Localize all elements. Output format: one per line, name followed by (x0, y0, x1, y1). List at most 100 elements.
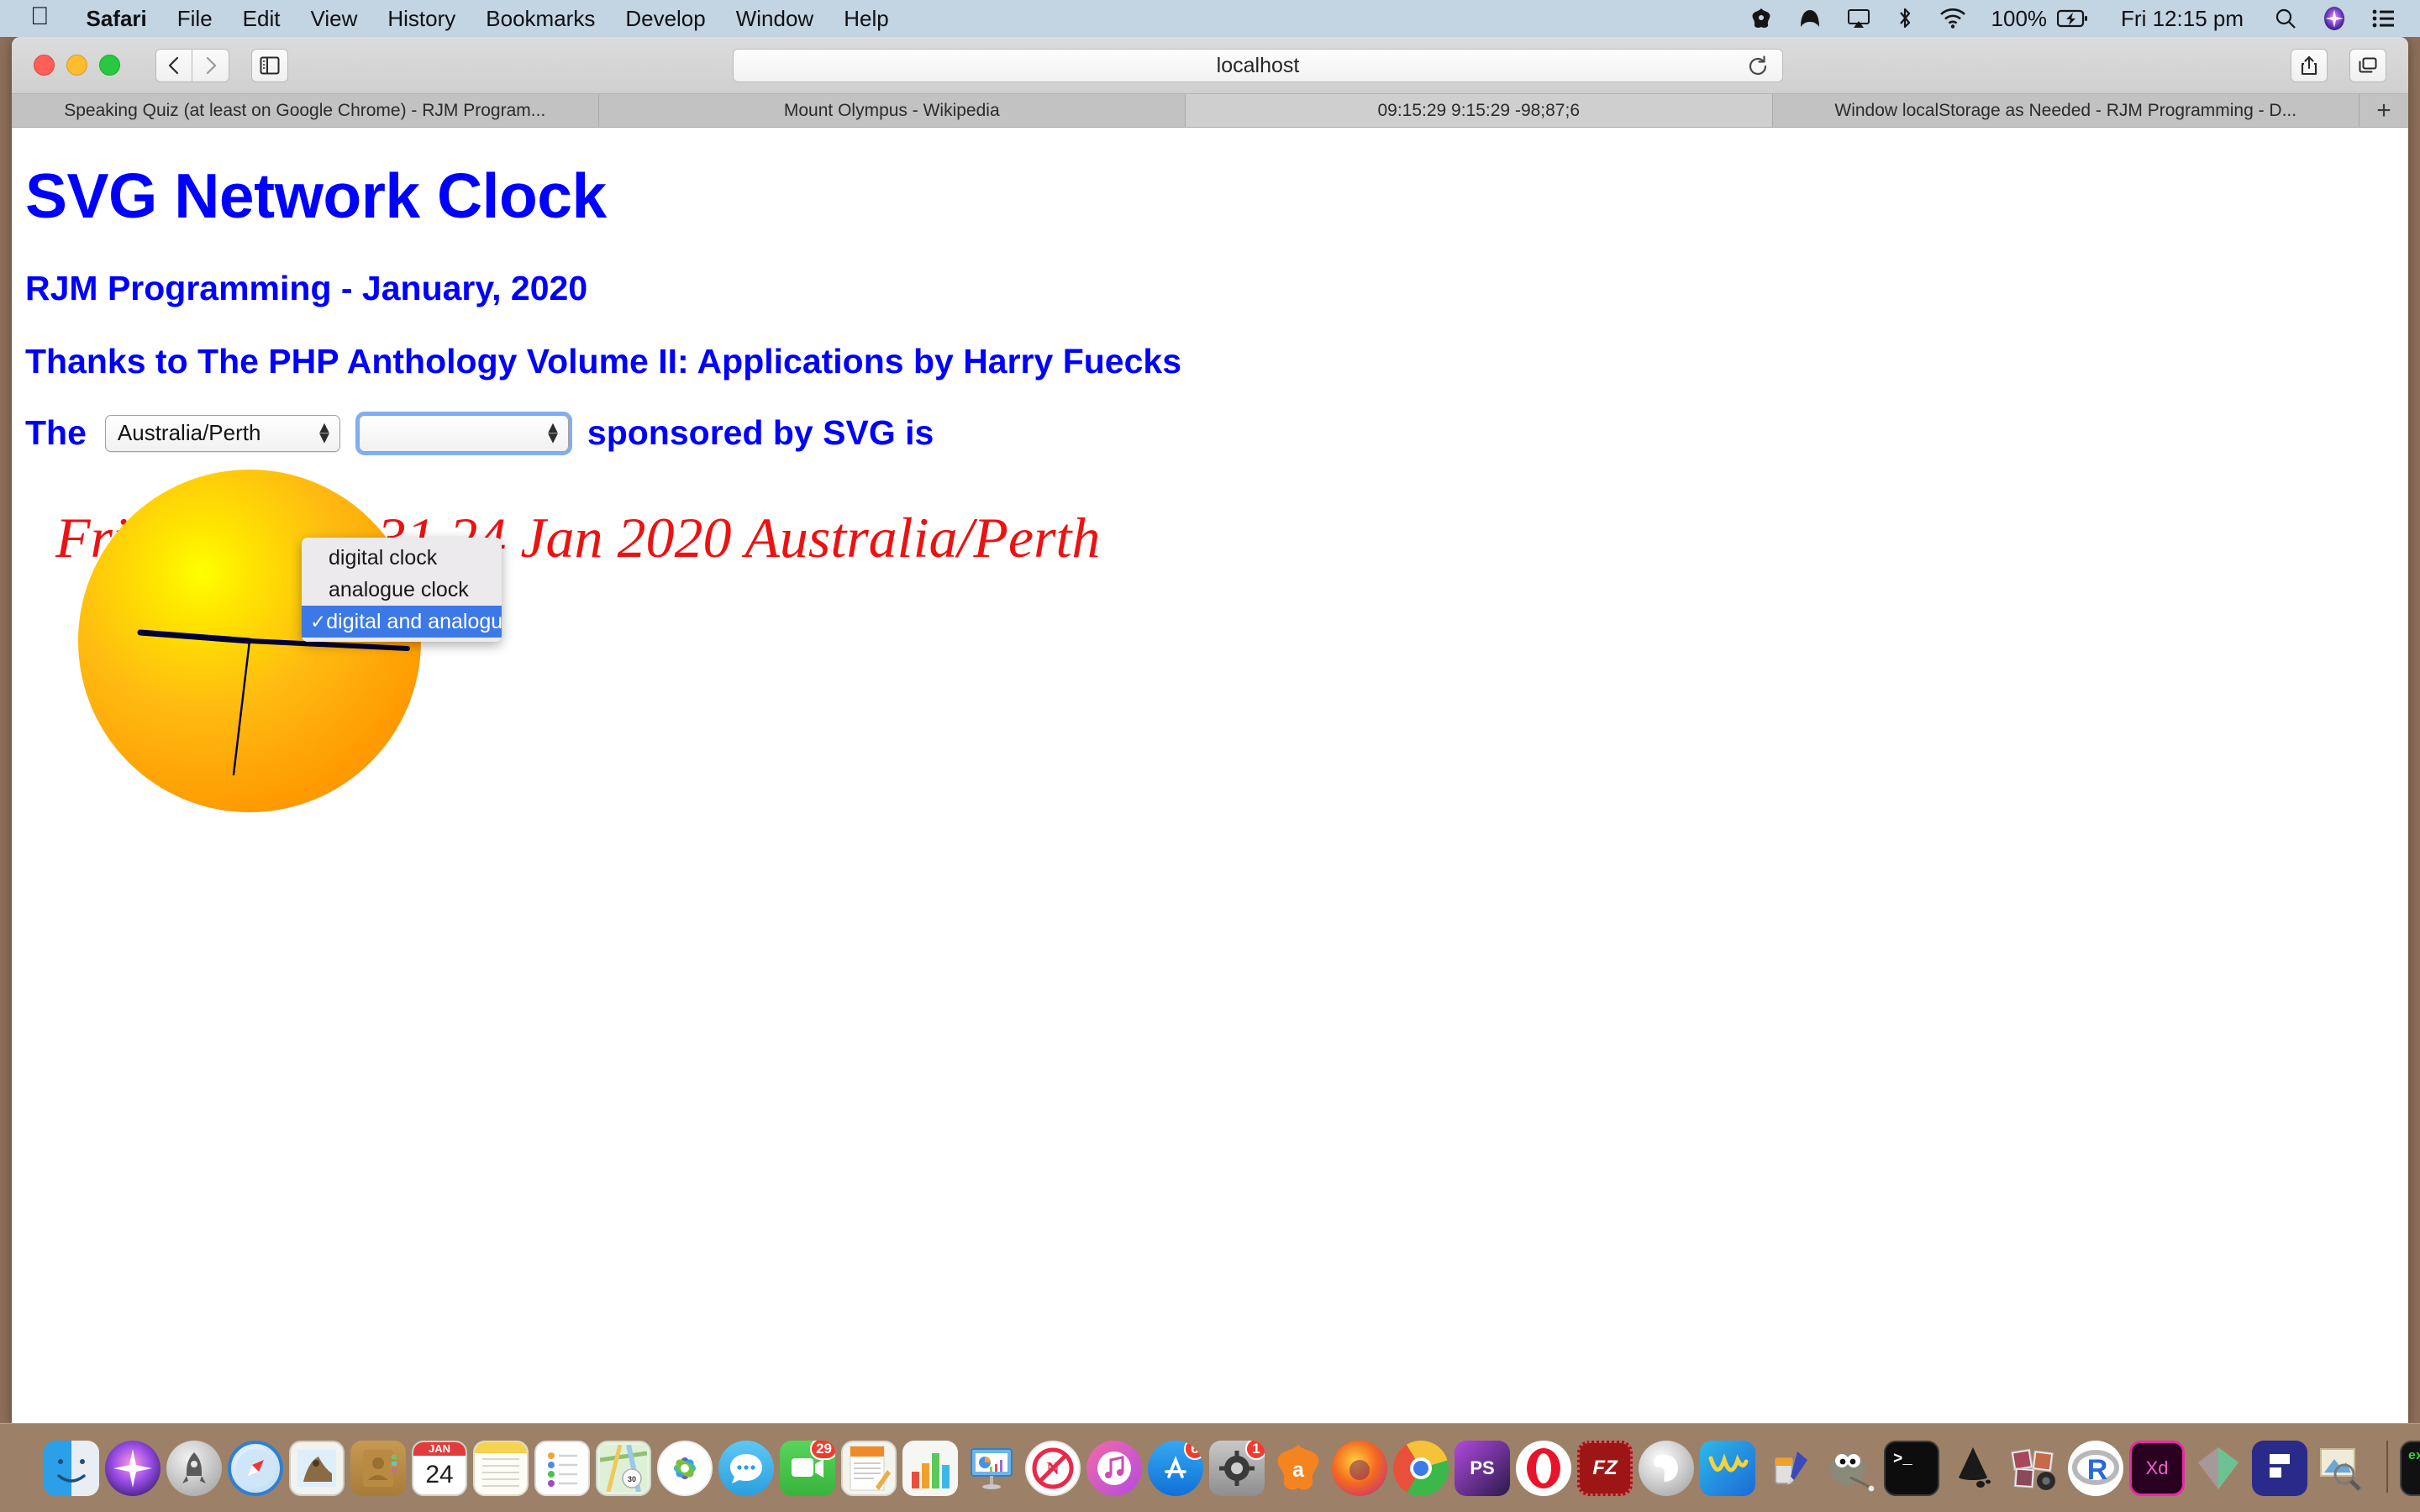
avast-icon[interactable] (1749, 7, 1773, 30)
browser-tab-1[interactable]: Speaking Quiz (at least on Google Chrome… (12, 94, 599, 127)
dropdown-option-digital-clock[interactable]: digital clock (302, 542, 502, 574)
siri-icon[interactable] (2323, 6, 2346, 31)
option-label: analogue clock (329, 577, 469, 601)
minimize-window-button[interactable] (66, 55, 87, 76)
dock-item-chrome[interactable] (1393, 1440, 1449, 1496)
dock-item-adobe-xd[interactable]: Xd (2129, 1440, 2185, 1496)
dock-item-calendar[interactable]: JAN 24 (412, 1440, 467, 1496)
forward-icon[interactable] (192, 48, 229, 82)
menu-item-edit[interactable]: Edit (228, 6, 296, 32)
dock-item-messages[interactable] (718, 1440, 774, 1496)
battery-percent-label: 100% (1991, 5, 2048, 31)
menu-item-view[interactable]: View (295, 6, 372, 32)
new-tab-button[interactable]: + (2360, 94, 2408, 127)
dock-item-filezilla[interactable]: FZ (1577, 1440, 1633, 1496)
wifi-icon[interactable] (1939, 8, 1966, 29)
browser-tab-4[interactable]: Window localStorage as Needed - RJM Prog… (1773, 94, 2360, 127)
dock-item-notes[interactable] (473, 1440, 529, 1496)
menu-item-help[interactable]: Help (829, 6, 903, 32)
dock-item-sketch[interactable] (2191, 1441, 2246, 1496)
dock-item-firefox[interactable] (1332, 1440, 1387, 1496)
exec-script-label: exec (2408, 1448, 2420, 1463)
dock-item-finder[interactable] (44, 1440, 99, 1496)
svg-text:R: R (2087, 1454, 2108, 1486)
dropdown-option-digital-and-analogue-clock[interactable]: ✓ digital and analogue clock (302, 606, 502, 638)
dock-item-opera[interactable] (1516, 1440, 1571, 1496)
dock-item-reminders[interactable] (534, 1440, 590, 1496)
address-bar[interactable]: localhost (733, 49, 1783, 82)
dock-item-maps[interactable]: 30 (596, 1440, 651, 1496)
dock-item-figma[interactable] (2252, 1440, 2307, 1496)
share-icon[interactable] (2291, 49, 2328, 82)
dock-item-launchpad[interactable] (166, 1440, 222, 1496)
close-window-button[interactable] (34, 55, 55, 76)
option-label: digital clock (329, 545, 438, 570)
back-icon[interactable] (155, 48, 192, 82)
safari-window: localhost Speaking Quiz (at least on Goo… (12, 37, 2408, 1423)
dock-item-facetime[interactable]: 29 (780, 1440, 835, 1496)
dock-item-system-preferences[interactable]: 1 (1209, 1440, 1265, 1496)
timezone-select-value: Australia/Perth (117, 420, 261, 445)
tab-overview-icon[interactable] (2349, 49, 2386, 82)
menu-bar-clock[interactable]: Fri 12:15 pm (2121, 6, 2244, 32)
airplay-icon[interactable] (1847, 7, 1870, 30)
dropdown-option-analogue-clock[interactable]: analogue clock (302, 574, 502, 606)
menu-bar-status-area: 100% Fri 12:15 pm (1724, 6, 2420, 32)
dock-item-siri[interactable] (105, 1440, 160, 1496)
reload-icon[interactable] (1747, 55, 1769, 77)
dock-item-itunes[interactable] (1086, 1440, 1142, 1496)
clock-mode-dropdown-menu[interactable]: digital clock analogue clock ✓ digital a… (302, 538, 502, 642)
battery-icon[interactable] (2057, 9, 2088, 28)
browser-tab-3-active[interactable]: 09:15:29 9:15:29 -98;87;6 (1186, 94, 1773, 127)
address-bar-text: localhost (1216, 53, 1300, 77)
clock-mode-select[interactable]: digital and analogue clock ▲▼ (355, 411, 572, 455)
dock-item-photo-booth[interactable] (2007, 1441, 2062, 1496)
calendar-day-label: 24 (425, 1460, 454, 1488)
menu-item-develop[interactable]: Develop (610, 6, 720, 32)
dock-item-preview[interactable] (2313, 1441, 2369, 1496)
dock-item-evernote[interactable] (1639, 1440, 1694, 1496)
apple-menu-icon[interactable]:  (30, 4, 50, 29)
control-center-icon[interactable] (2371, 8, 2395, 29)
dock-item-webstorm[interactable] (1700, 1440, 1755, 1496)
dock-item-app-store[interactable]: 6 (1148, 1440, 1203, 1496)
svg-text:a: a (1292, 1458, 1305, 1482)
menu-item-window[interactable]: Window (721, 6, 829, 32)
timezone-select[interactable]: Australia/Perth ▲ ▼ (104, 414, 340, 452)
dock-item-photos[interactable] (657, 1440, 713, 1496)
dock-item-mail[interactable] (289, 1440, 345, 1496)
menu-item-file[interactable]: File (162, 6, 228, 32)
window-controls (34, 55, 132, 76)
dock-item-safari[interactable] (228, 1440, 283, 1496)
browser-tab-2[interactable]: Mount Olympus - Wikipedia (599, 94, 1186, 127)
dock-item-terminal[interactable]: >_ (1884, 1440, 1939, 1496)
menu-item-safari[interactable]: Safari (71, 6, 162, 32)
dock-item-phpstorm[interactable]: PS (1455, 1440, 1510, 1496)
clock-options-row: The Australia/Perth ▲▼ digital and analo… (25, 411, 2408, 455)
dock-item-avast[interactable]: a (1270, 1441, 1326, 1496)
dock-item-pages[interactable] (841, 1440, 897, 1496)
toolbar-right-buttons (2269, 49, 2386, 82)
malwarebytes-icon[interactable] (1798, 7, 1822, 30)
dock-item-inkscape[interactable] (1945, 1441, 2001, 1496)
option-label: digital and analogue clock (326, 609, 502, 633)
dock-item-news[interactable]: N (1025, 1440, 1081, 1496)
bluetooth-icon[interactable] (1896, 6, 1914, 31)
dock-item-gimp[interactable] (1823, 1441, 1878, 1496)
dock-item-numbers[interactable] (902, 1440, 958, 1496)
sidebar-icon[interactable] (251, 48, 288, 82)
menu-item-bookmarks[interactable]: Bookmarks (471, 6, 610, 32)
dock-item-keynote[interactable] (964, 1441, 1019, 1496)
dock: JAN 24 30 29 N 6 1 a PS FZ >_ R Xd e (0, 1423, 2420, 1512)
spotlight-search-icon[interactable] (2274, 7, 2297, 30)
menu-item-history[interactable]: History (372, 6, 471, 32)
dock-item-contacts[interactable] (350, 1440, 406, 1496)
terminal-prompt-label: >_ (1893, 1449, 1912, 1468)
dock-item-paintbrush[interactable] (1761, 1441, 1817, 1496)
navigation-buttons (155, 48, 229, 82)
maximize-window-button[interactable] (99, 55, 120, 76)
dock-item-exec-script[interactable]: exec (2400, 1440, 2420, 1496)
page-subtitle: RJM Programming - January, 2020 (25, 269, 588, 307)
svg-text:30: 30 (628, 1475, 636, 1483)
dock-item-r-studio[interactable]: R (2068, 1440, 2123, 1496)
